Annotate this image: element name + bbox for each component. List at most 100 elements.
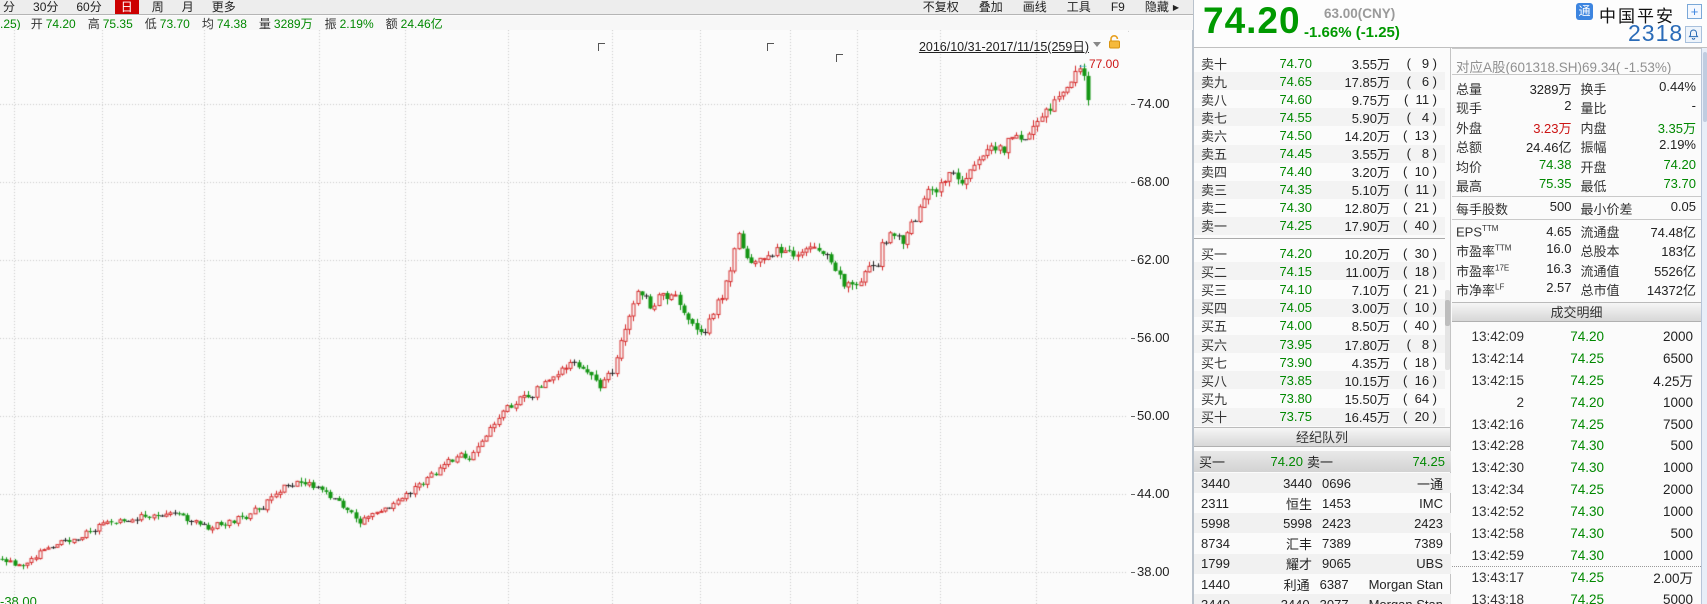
candlestick-canvas[interactable]: [0, 30, 1128, 604]
reference-price-cny: 63.00(CNY): [1324, 6, 1395, 21]
stat-EPS: EPSTTM4.65: [1452, 224, 1577, 239]
chevron-down-icon[interactable]: [1093, 42, 1101, 47]
trade-log-scrollbar[interactable]: [1701, 48, 1707, 604]
level-order-count: ( 11 ): [1390, 182, 1440, 197]
level-label: 卖九: [1194, 72, 1240, 91]
period-button-周[interactable]: 周: [143, 0, 173, 14]
level-label: 买四: [1194, 298, 1240, 317]
level-label: 买八: [1194, 371, 1240, 390]
price-axis: 74.0068.0062.0056.0050.0044.0038.00: [1129, 30, 1193, 604]
peak-price-annotation: ←77.00: [1077, 57, 1119, 71]
trade-log-row: 13:42:2874.30500: [1452, 435, 1701, 457]
toolbar-button-叠加[interactable]: 叠加: [969, 0, 1013, 14]
date-range-selector[interactable]: 2016/10/31-2017/11/15(259日): [919, 36, 1089, 55]
chart-corner-marker: [767, 43, 774, 51]
level-label: 买二: [1194, 262, 1240, 281]
level-volume: 5.90万: [1312, 108, 1390, 127]
stat-振幅: 振幅2.19%: [1577, 137, 1702, 156]
toolbar-button-工具[interactable]: 工具: [1057, 0, 1101, 14]
broker-queue-row: 1799耀才9065UBS: [1194, 554, 1451, 574]
stock-connect-badge: 通: [1576, 3, 1593, 20]
unlock-icon[interactable]: [1108, 35, 1121, 49]
level-order-count: ( 64 ): [1390, 391, 1440, 406]
level-volume: 5.10万: [1312, 180, 1390, 199]
ask-broker-code: 2423: [1312, 516, 1372, 531]
level-price: 74.30: [1240, 200, 1312, 215]
order-book-row-卖九[interactable]: 卖九74.6517.85万( 6 ): [1194, 72, 1445, 90]
order-book-row-买四[interactable]: 买四74.053.00万( 10 ): [1194, 299, 1445, 317]
add-to-watchlist-button[interactable]: +: [1687, 4, 1702, 19]
ask-level-label: 卖一: [1303, 452, 1333, 471]
order-book-row-卖七[interactable]: 卖七74.555.90万( 4 ): [1194, 108, 1445, 126]
order-book-row-卖六[interactable]: 卖六74.5014.20万( 13 ): [1194, 126, 1445, 144]
order-book-row-买六[interactable]: 买六73.9517.80万( 8 ): [1194, 335, 1445, 353]
level-order-count: ( 40 ): [1390, 218, 1440, 233]
period-button-分[interactable]: 分: [0, 0, 24, 14]
ask-price: 74.25: [1333, 454, 1451, 469]
toolbar-button-画线[interactable]: 画线: [1013, 0, 1057, 14]
scrollbar-thumb[interactable]: [1445, 300, 1450, 326]
trade-log-row: 13:42:5974.301000: [1452, 544, 1701, 566]
order-book-row-卖四[interactable]: 卖四74.403.20万( 10 ): [1194, 163, 1445, 181]
order-book-row-卖二[interactable]: 卖二74.3012.80万( 21 ): [1194, 199, 1445, 217]
order-book-row-买五[interactable]: 买五74.008.50万( 40 ): [1194, 317, 1445, 335]
stock-trading-app: 分30分60分日周月更多 不复权叠加画线工具F9隐藏▶ .25) 开74.20高…: [0, 0, 1707, 604]
order-book-row-买十[interactable]: 买十73.7516.45万( 20 ): [1194, 408, 1445, 426]
candlestick-chart[interactable]: 2016/10/31-2017/11/15(259日) ←77.00 -38.0…: [0, 30, 1128, 604]
stat-流通盘: 流通盘74.48亿: [1577, 222, 1702, 241]
bid-broker-code: 8734: [1194, 536, 1256, 551]
level-order-count: ( 9 ): [1390, 56, 1440, 71]
stat-label: 最高: [1456, 176, 1482, 195]
order-book-row-卖一[interactable]: 卖一74.2517.90万( 40 ): [1194, 217, 1445, 235]
order-book-row-买二[interactable]: 买二74.1511.00万( 18 ): [1194, 262, 1445, 280]
hide-panel-arrow-icon[interactable]: ▶: [1173, 3, 1179, 12]
order-book-row-买七[interactable]: 买七73.904.35万( 18 ): [1194, 353, 1445, 371]
trade-log-row: 13:42:1474.256500: [1452, 347, 1701, 369]
trade-volume: 6500: [1604, 351, 1701, 366]
order-book-row-买一[interactable]: 买一74.2010.20万( 30 ): [1194, 244, 1445, 262]
period-button-更多[interactable]: 更多: [203, 0, 245, 14]
bid-broker-code: 1440: [1194, 577, 1255, 592]
stats-row: 总量3289万换手0.44%: [1452, 79, 1701, 98]
order-book-row-卖十[interactable]: 卖十74.703.55万( 9 ): [1194, 54, 1445, 72]
period-button-月[interactable]: 月: [173, 0, 203, 14]
divider: [1452, 219, 1701, 220]
level-label: 买一: [1194, 244, 1240, 263]
order-book-row-卖八[interactable]: 卖八74.609.75万( 11 ): [1194, 90, 1445, 108]
level-price: 74.15: [1240, 264, 1312, 279]
period-buttons: 分30分60分日周月更多: [0, 0, 245, 14]
level-price: 74.65: [1240, 74, 1312, 89]
period-button-30分[interactable]: 30分: [24, 0, 67, 14]
stat-label: 振幅: [1581, 137, 1607, 156]
trade-log-row: 13:42:5274.301000: [1452, 501, 1701, 523]
stat-label: EPSTTM: [1456, 224, 1498, 239]
order-book-row-卖五[interactable]: 卖五74.453.55万( 8 ): [1194, 145, 1445, 163]
scrollbar-thumb[interactable]: [1703, 52, 1707, 122]
stats-row: 均价74.38开盘74.20: [1452, 157, 1701, 176]
order-book-row-卖三[interactable]: 卖三74.355.10万( 11 ): [1194, 181, 1445, 199]
level-label: 买五: [1194, 316, 1240, 335]
level-volume: 10.20万: [1312, 244, 1390, 263]
toolbar-button-F9[interactable]: F9: [1101, 0, 1135, 14]
order-book-row-买三[interactable]: 买三74.107.10万( 21 ): [1194, 280, 1445, 298]
level-volume: 17.90万: [1312, 216, 1390, 235]
stat-label: 量比: [1581, 98, 1607, 117]
stat-label: 总额: [1456, 137, 1482, 156]
ask-broker-name: 2423: [1372, 516, 1451, 531]
level-price: 74.45: [1240, 146, 1312, 161]
trade-log-row: 13:42:1574.254.25万: [1452, 369, 1701, 391]
order-book-row-买九[interactable]: 买九73.8015.50万( 64 ): [1194, 390, 1445, 408]
chart-corner-marker: [836, 54, 843, 62]
alert-bell-button[interactable]: [1685, 26, 1702, 43]
trade-price: 74.20: [1524, 329, 1604, 344]
order-book-scrollbar[interactable]: [1445, 290, 1450, 370]
order-book-row-买八[interactable]: 买八73.8510.15万( 16 ): [1194, 371, 1445, 389]
broker-queue-header: 经纪队列: [1194, 427, 1450, 447]
stat-外盘: 外盘3.23万: [1452, 118, 1577, 137]
level-price: 74.20: [1240, 246, 1312, 261]
broker-queue-row: 344034403077Morgan Stan: [1194, 594, 1451, 604]
trade-log-row: 13:42:3074.301000: [1452, 457, 1701, 479]
period-button-日[interactable]: 日: [115, 0, 139, 14]
period-button-60分[interactable]: 60分: [67, 0, 110, 14]
toolbar-button-不复权[interactable]: 不复权: [913, 0, 969, 14]
